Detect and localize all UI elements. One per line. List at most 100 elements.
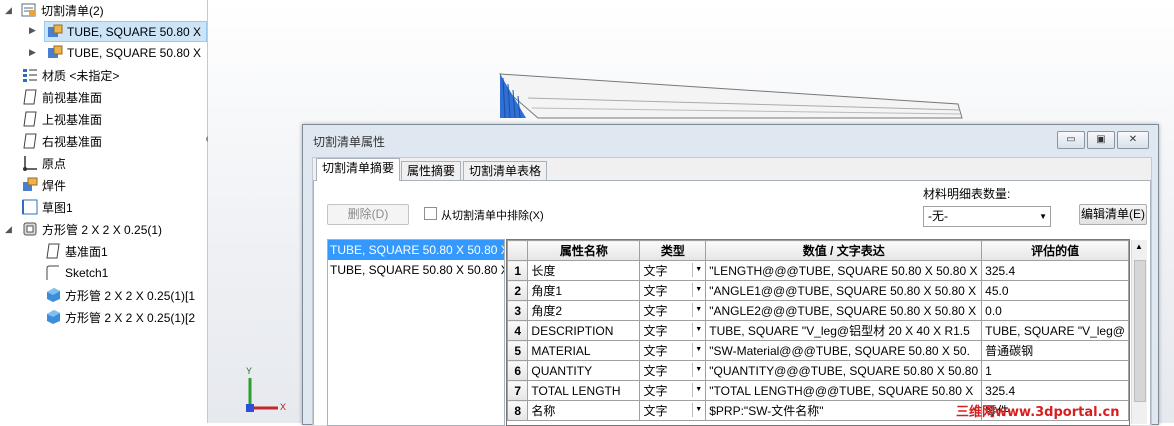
value-expression-cell[interactable]: "LENGTH@@@TUBE, SQUARE 50.80 X 50.80 X [705,260,983,281]
tree-label: 切割清单(2) [41,3,104,18]
tree-node-cutlist[interactable]: ◢ 切割清单(2) [4,0,104,20]
tab-cutlist-table[interactable]: 切割清单表格 [463,161,548,181]
sketch-icon [22,199,38,215]
value-expression-cell[interactable]: TUBE, SQUARE "V_leg@铝型材 20 X 40 X R1.5 [705,320,983,341]
table-row[interactable]: 2 角度1 文字 ▼ "ANGLE1@@@TUBE, SQUARE 50.80 X 50… [507,280,1129,301]
row-number[interactable]: 6 [507,360,529,381]
solid-body-icon [45,309,61,325]
cutlist-items-list[interactable]: TUBE, SQUARE 50.80 X 50.80 X 6.35 TUBE, … [327,239,505,426]
tab-cutlist-summary[interactable]: 切割清单摘要 [316,158,401,181]
tree-label: 基准面1 [65,244,108,259]
column-header[interactable]: 属性名称 [527,240,641,261]
tree-node-body-2[interactable]: 方形管 2 X 2 X 0.25(1)[2 [45,307,195,327]
chevron-down-icon[interactable]: ▼ [692,263,704,277]
type-cell[interactable]: 文字 ▼ [639,360,707,381]
value-expression-cell[interactable]: "TOTAL LENGTH@@@TUBE, SQUARE 50.80 X [705,380,983,401]
tree-node-material[interactable]: 材质 <未指定> [22,65,119,85]
list-item[interactable]: TUBE, SQUARE 50.80 X 50.80 X 6.35 [328,240,504,260]
weldment-icon [22,177,38,193]
property-name-cell[interactable]: 角度1 [527,280,641,301]
chevron-down-icon[interactable]: ▼ [692,343,704,357]
property-name-cell[interactable]: 角度2 [527,300,641,321]
tree-label: 前视基准面 [42,90,103,105]
scroll-up-icon[interactable]: ▲ [1135,242,1143,251]
expand-arrow-icon[interactable]: ▶ [28,26,37,35]
table-row[interactable]: 3 角度2 文字 ▼ "ANGLE2@@@TUBE, SQUARE 50.80 X 50… [507,300,1129,321]
tree-node-front-plane[interactable]: 前视基准面 [22,87,102,107]
edit-list-button[interactable]: 编辑清单(E) [1079,204,1147,225]
value-expression-cell[interactable]: "SW-Material@@@TUBE, SQUARE 50.80 X 50. [705,340,983,361]
value-expression-cell[interactable]: "ANGLE2@@@TUBE, SQUARE 50.80 X 50.80 X [705,300,983,321]
table-row[interactable]: 6 QUANTITY 文字 ▼ "QUANTITY@@@TUBE, SQUARE 50.… [507,360,1129,381]
property-name-cell[interactable]: DESCRIPTION [527,320,641,341]
tree-node-cutlist-item-1[interactable]: TUBE, SQUARE 50.80 X [44,21,207,42]
type-cell[interactable]: 文字 ▼ [639,300,707,321]
tree-node-right-plane[interactable]: 右视基准面 [22,131,102,151]
table-row[interactable]: 7 TOTAL LENGTH 文字 ▼ "TOTAL LENGTH@@@TUBE, SQ… [507,380,1129,401]
row-number[interactable]: 5 [507,340,529,361]
grid-vertical-scrollbar[interactable]: ▲ [1131,240,1147,424]
list-item[interactable]: TUBE, SQUARE 50.80 X 50.80 X 6.35 [328,260,504,280]
property-name-cell[interactable]: MATERIAL [527,340,641,361]
value-expression-cell[interactable]: "QUANTITY@@@TUBE, SQUARE 50.80 X 50.80 [705,360,983,381]
chevron-down-icon[interactable]: ▼ [692,363,704,377]
table-header-row: 属性名称 类型 数值 / 文字表达 评估的值 [507,240,1129,261]
type-cell[interactable]: 文字 ▼ [639,380,707,401]
tree-label: 草图1 [42,200,73,215]
collapse-arrow-icon[interactable]: ◢ [4,224,13,234]
table-row[interactable]: 4 DESCRIPTION 文字 ▼ TUBE, SQUARE "V_leg@铝型材 2… [507,320,1129,341]
cutlist-item-icon [47,24,63,40]
type-value: 文字 [643,344,668,358]
tree-node-structural-member[interactable]: ◢ 方形管 2 X 2 X 0.25(1) [4,219,162,239]
minimize-button[interactable]: ▭ [1057,131,1085,149]
expand-arrow-icon[interactable]: ▶ [28,48,37,57]
value-expression-cell[interactable]: "ANGLE1@@@TUBE, SQUARE 50.80 X 50.80 X [705,280,983,301]
tree-node-sketch-1[interactable]: Sketch1 [45,263,108,283]
tree-node-origin[interactable]: 原点 [22,153,66,173]
type-cell[interactable]: 文字 ▼ [639,260,707,281]
type-cell[interactable]: 文字 ▼ [639,340,707,361]
property-name-cell[interactable]: TOTAL LENGTH [527,380,641,401]
bom-qty-select[interactable]: -无- ▼ [923,206,1051,227]
tree-node-plane1[interactable]: 基准面1 [45,241,108,261]
row-number[interactable]: 1 [507,260,529,281]
exclude-checkbox[interactable] [424,207,437,220]
row-number[interactable]: 8 [507,400,529,421]
delete-button[interactable]: 删除(D) [327,204,409,225]
tree-node-sketch1[interactable]: 草图1 [22,197,73,217]
table-row[interactable]: 1 长度 文字 ▼ "LENGTH@@@TUBE, SQUARE 50.80 X 50.… [507,260,1129,281]
chevron-down-icon[interactable]: ▼ [692,383,704,397]
tree-node-body-1[interactable]: 方形管 2 X 2 X 0.25(1)[1 [45,285,195,305]
collapse-arrow-icon[interactable]: ◢ [4,5,13,15]
column-header[interactable]: 评估的值 [981,240,1129,261]
tree-node-weldment[interactable]: 焊件 [22,175,66,195]
properties-grid: 属性名称 类型 数值 / 文字表达 评估的值 1 长度 文字 ▼ "LENGTH@@@T… [506,239,1130,426]
row-number[interactable]: 2 [507,280,529,301]
chevron-down-icon[interactable]: ▼ [692,283,704,297]
property-name-cell[interactable]: QUANTITY [527,360,641,381]
column-header[interactable]: 类型 [639,240,707,261]
structural-member-icon [22,221,38,237]
row-number[interactable]: 4 [507,320,529,341]
chevron-down-icon[interactable]: ▼ [692,323,704,337]
origin-icon [22,155,38,171]
tab-label: 切割清单表格 [469,164,542,178]
column-header[interactable]: 数值 / 文字表达 [705,240,983,261]
tab-property-summary[interactable]: 属性摘要 [401,161,462,181]
scroll-thumb[interactable] [1134,260,1146,402]
chevron-down-icon[interactable]: ▼ [692,403,704,417]
chevron-down-icon[interactable]: ▼ [692,303,704,317]
property-name-cell[interactable]: 名称 [527,400,641,421]
table-row[interactable]: 5 MATERIAL 文字 ▼ "SW-Material@@@TUBE, SQUARE … [507,340,1129,361]
close-button[interactable]: ✕ [1117,131,1149,149]
type-cell[interactable]: 文字 ▼ [639,280,707,301]
tree-node-cutlist-item-2[interactable]: TUBE, SQUARE 50.80 X [45,43,201,63]
row-number[interactable]: 7 [507,380,529,401]
value-expression-cell[interactable]: $PRP:"SW-文件名称" [705,400,983,421]
tree-node-top-plane[interactable]: 上视基准面 [22,109,102,129]
type-cell[interactable]: 文字 ▼ [639,320,707,341]
property-name-cell[interactable]: 长度 [527,260,641,281]
maximize-button[interactable]: ▣ [1087,131,1115,149]
type-cell[interactable]: 文字 ▼ [639,400,707,421]
row-number[interactable]: 3 [507,300,529,321]
